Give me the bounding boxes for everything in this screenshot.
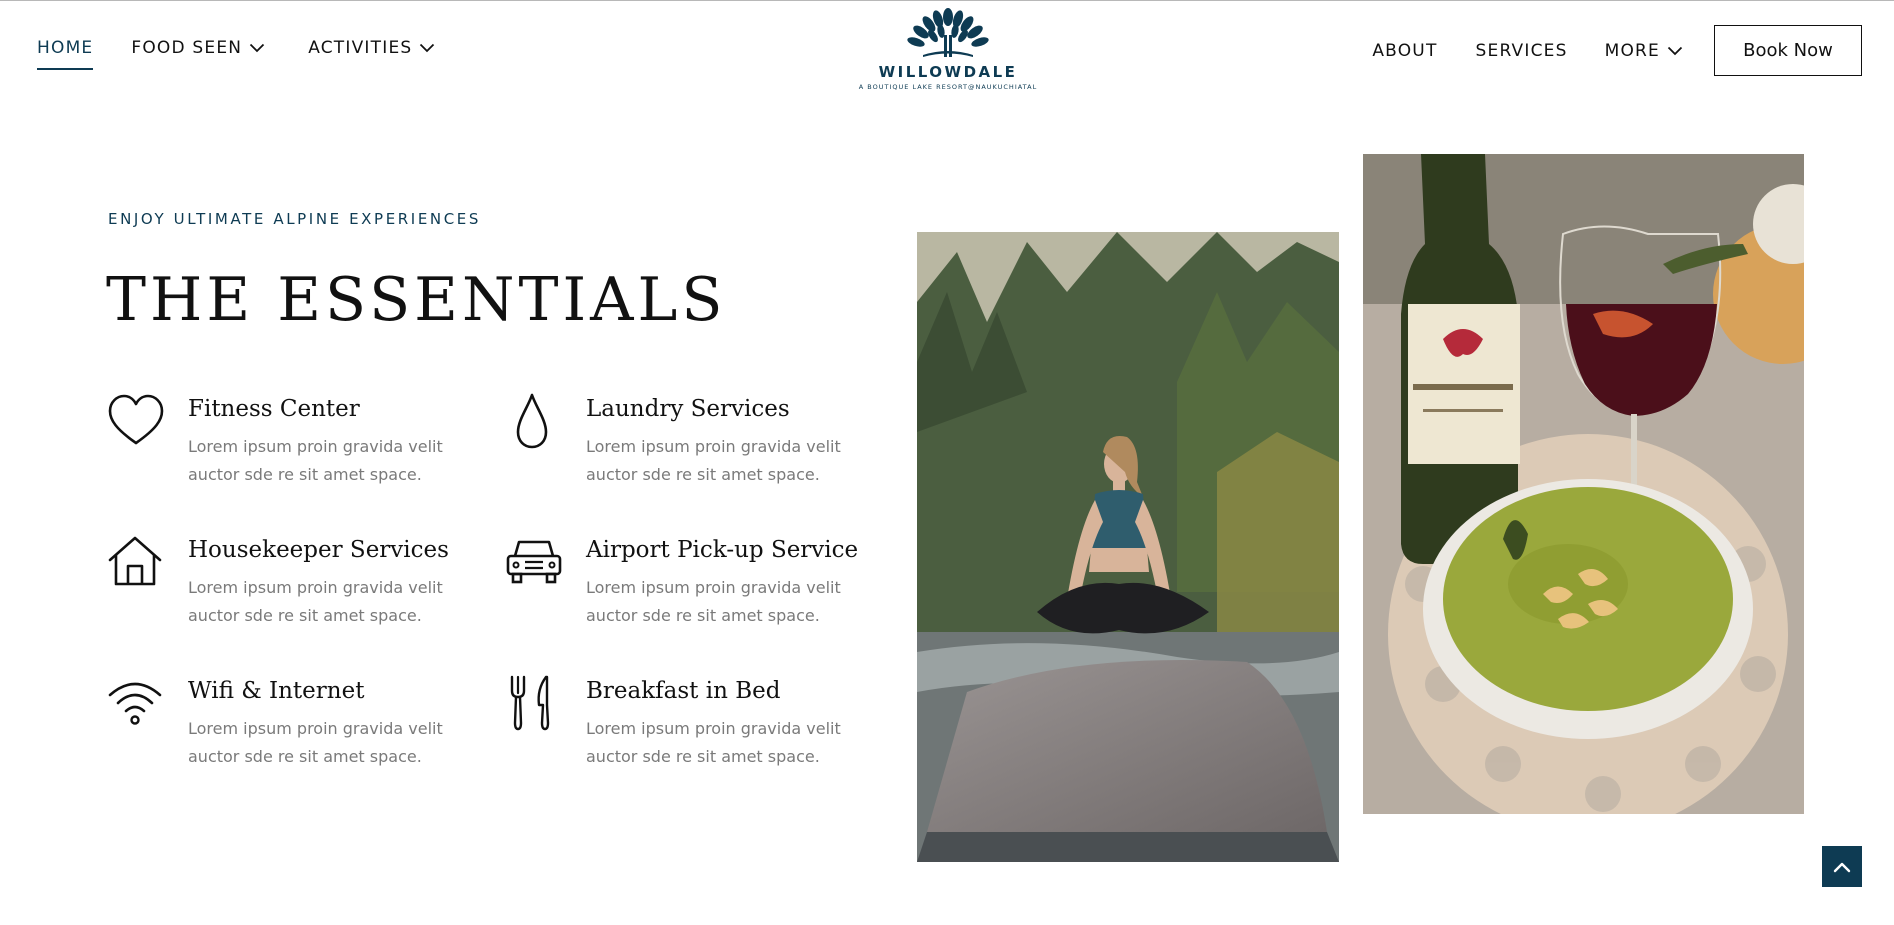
feature-title: Laundry Services bbox=[586, 396, 790, 422]
nav-food-seen-label: FOOD SEEN bbox=[131, 38, 243, 58]
feature-title: Airport Pick-up Service bbox=[586, 537, 859, 563]
feature-title: Fitness Center bbox=[188, 396, 360, 422]
photo-wine-and-soup bbox=[1363, 154, 1804, 814]
primary-nav-left: HOME FOOD SEEN ACTIVITIES bbox=[37, 38, 435, 70]
feature-description: Lorem ipsum proin gravida velit auctor s… bbox=[188, 719, 443, 766]
section-eyebrow: ENJOY ULTIMATE ALPINE EXPERIENCES bbox=[108, 210, 481, 228]
active-underline bbox=[37, 68, 94, 70]
water-drop-icon bbox=[516, 393, 548, 449]
nav-services-label: SERVICES bbox=[1475, 40, 1568, 61]
scroll-to-top-button[interactable] bbox=[1822, 846, 1862, 887]
fork-knife-icon bbox=[510, 675, 550, 731]
feature-title: Housekeeper Services bbox=[188, 537, 449, 563]
nav-more[interactable]: MORE bbox=[1605, 41, 1683, 61]
feature-title: Breakfast in Bed bbox=[586, 678, 781, 704]
site-logo[interactable]: WILLOWDALE A BOUTIQUE LAKE RESORT@NAUKUC… bbox=[853, 7, 1043, 93]
heart-icon bbox=[108, 394, 164, 445]
wifi-icon bbox=[108, 682, 162, 725]
nav-about-label: ABOUT bbox=[1372, 40, 1438, 61]
feature-description: Lorem ipsum proin gravida velit auctor s… bbox=[586, 437, 841, 484]
nav-services[interactable]: SERVICES bbox=[1476, 41, 1568, 61]
feature-description: Lorem ipsum proin gravida velit auctor s… bbox=[586, 719, 841, 766]
section-heading: THE ESSENTIALS bbox=[106, 265, 727, 335]
willow-tree-logo-icon bbox=[907, 8, 989, 57]
chevron-down-icon bbox=[250, 43, 265, 53]
top-border bbox=[0, 0, 1894, 1]
chevron-down-icon bbox=[1667, 46, 1683, 55]
logo-tagline: A BOUTIQUE LAKE RESORT@NAUKUCHIATAL bbox=[858, 83, 1038, 91]
nav-activities[interactable]: ACTIVITIES bbox=[308, 38, 435, 58]
nav-home[interactable]: HOME bbox=[37, 38, 94, 70]
photo-yoga-meditation bbox=[917, 232, 1339, 862]
nav-about[interactable]: ABOUT bbox=[1372, 41, 1437, 61]
primary-nav-right: ABOUT SERVICES MORE Book Now bbox=[1372, 25, 1862, 76]
nav-home-label: HOME bbox=[37, 38, 94, 58]
yoga-illustration bbox=[917, 232, 1339, 862]
logo-name: WILLOWDALE bbox=[878, 63, 1018, 81]
nav-more-label: MORE bbox=[1604, 40, 1660, 61]
wine-soup-illustration bbox=[1363, 154, 1804, 814]
nav-food-seen[interactable]: FOOD SEEN bbox=[131, 38, 265, 58]
house-icon bbox=[108, 536, 162, 586]
feature-description: Lorem ipsum proin gravida velit auctor s… bbox=[188, 578, 443, 625]
chevron-down-icon bbox=[420, 43, 435, 53]
nav-activities-label: ACTIVITIES bbox=[308, 38, 413, 58]
book-now-button[interactable]: Book Now bbox=[1714, 25, 1862, 76]
feature-description: Lorem ipsum proin gravida velit auctor s… bbox=[188, 437, 443, 484]
chevron-up-icon bbox=[1833, 862, 1851, 872]
car-icon bbox=[506, 540, 562, 584]
feature-description: Lorem ipsum proin gravida velit auctor s… bbox=[586, 578, 841, 625]
feature-title: Wifi & Internet bbox=[188, 678, 365, 704]
